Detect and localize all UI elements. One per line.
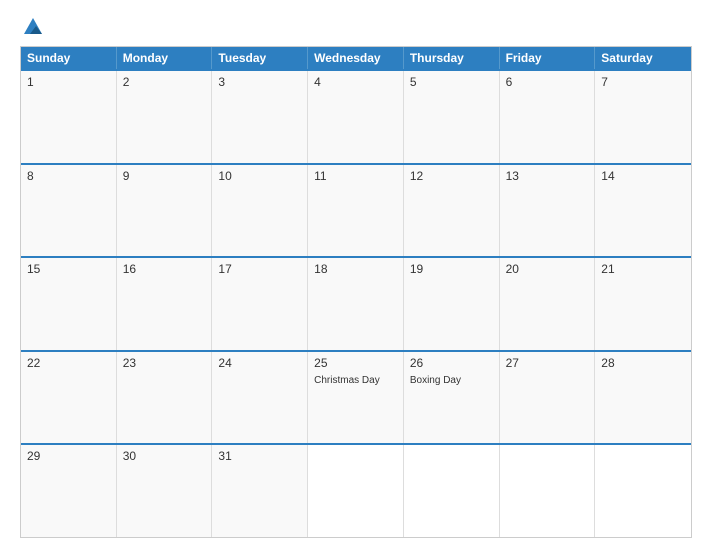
day-number: 13 [506,169,589,183]
day-cell: 28 [595,352,691,444]
day-cell: 3 [212,71,308,163]
day-cell: 11 [308,165,404,257]
day-cell: 24 [212,352,308,444]
day-number: 25 [314,356,397,370]
calendar-grid: SundayMondayTuesdayWednesdayThursdayFrid… [20,46,692,538]
day-cell: 12 [404,165,500,257]
day-cell: 1 [21,71,117,163]
day-number: 7 [601,75,685,89]
day-header-wednesday: Wednesday [308,47,404,69]
day-number: 14 [601,169,685,183]
day-header-sunday: Sunday [21,47,117,69]
weeks-container: 1234567891011121314151617181920212223242… [21,69,691,537]
week-row-4: 22 23 24 25 Christmas Day 26 Boxing Day 27 28 [21,350,691,444]
day-header-tuesday: Tuesday [212,47,308,69]
day-cell: 6 [500,71,596,163]
day-cell [595,445,691,537]
day-cell [404,445,500,537]
day-number: 9 [123,169,206,183]
day-number: 20 [506,262,589,276]
day-cell: 13 [500,165,596,257]
day-number: 28 [601,356,685,370]
day-cell: 4 [308,71,404,163]
day-cell: 10 [212,165,308,257]
day-number: 29 [27,449,110,463]
holiday-label: Christmas Day [314,374,397,387]
day-number: 3 [218,75,301,89]
day-number: 10 [218,169,301,183]
day-header-friday: Friday [500,47,596,69]
day-number: 27 [506,356,589,370]
day-cell: 16 [117,258,213,350]
day-cell: 30 [117,445,213,537]
logo [20,16,46,38]
week-row-2: 89 10 11 12 13 14 [21,163,691,257]
day-cell: 22 [21,352,117,444]
day-number: 31 [218,449,301,463]
day-cell: 31 [212,445,308,537]
calendar-header [20,16,692,38]
day-headers-row: SundayMondayTuesdayWednesdayThursdayFrid… [21,47,691,69]
day-number: 16 [123,262,206,276]
day-cell: 26 Boxing Day [404,352,500,444]
day-cell: 14 [595,165,691,257]
day-cell: 25 Christmas Day [308,352,404,444]
day-number: 5 [410,75,493,89]
holiday-label: Boxing Day [410,374,493,387]
week-row-1: 1234567 [21,69,691,163]
day-header-monday: Monday [117,47,213,69]
day-cell: 5 [404,71,500,163]
day-header-saturday: Saturday [595,47,691,69]
day-cell [500,445,596,537]
day-number: 1 [27,75,110,89]
day-number: 12 [410,169,493,183]
day-number: 6 [506,75,589,89]
day-number: 8 [27,169,110,183]
day-number: 30 [123,449,206,463]
day-cell: 27 [500,352,596,444]
day-number: 15 [27,262,110,276]
day-cell [308,445,404,537]
day-cell: 8 [21,165,117,257]
day-header-thursday: Thursday [404,47,500,69]
calendar-page: SundayMondayTuesdayWednesdayThursdayFrid… [0,0,712,550]
day-cell: 15 [21,258,117,350]
day-cell: 2 [117,71,213,163]
day-cell: 23 [117,352,213,444]
day-number: 21 [601,262,685,276]
day-number: 23 [123,356,206,370]
day-cell: 18 [308,258,404,350]
day-cell: 20 [500,258,596,350]
day-cell: 17 [212,258,308,350]
day-number: 2 [123,75,206,89]
day-number: 18 [314,262,397,276]
day-number: 22 [27,356,110,370]
day-cell: 9 [117,165,213,257]
day-number: 17 [218,262,301,276]
logo-icon [22,16,44,38]
day-number: 4 [314,75,397,89]
day-cell: 19 [404,258,500,350]
day-cell: 7 [595,71,691,163]
week-row-5: 29 30 31 [21,443,691,537]
day-cell: 29 [21,445,117,537]
day-number: 11 [314,169,397,183]
day-cell: 21 [595,258,691,350]
week-row-3: 15 16 17 18 19 20 21 [21,256,691,350]
day-number: 26 [410,356,493,370]
day-number: 24 [218,356,301,370]
day-number: 19 [410,262,493,276]
